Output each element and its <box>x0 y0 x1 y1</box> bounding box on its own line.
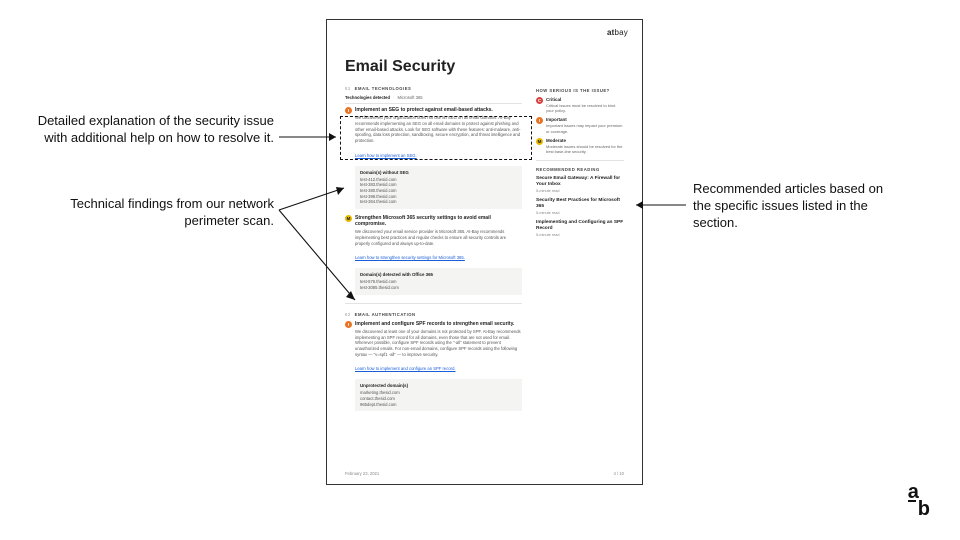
severity-badge-moderate: M <box>345 215 352 222</box>
brand-bay: bay <box>615 28 629 37</box>
page-title: Email Security <box>345 58 624 76</box>
issue-body: We discovered at least one of your domai… <box>355 329 522 357</box>
annotation-explanation: Detailed explanation of the security iss… <box>36 113 274 147</box>
annotation-reading: Recommended articles based on the specif… <box>693 181 893 232</box>
severity-badge-important: I <box>345 321 352 328</box>
findings-box: Domain(s) without SEG test-412.thesid.co… <box>355 166 522 209</box>
section-label: 01EMAIL TECHNOLOGIES <box>345 86 522 91</box>
recommended-item[interactable]: Secure Email Gateway: A Firewall for You… <box>536 176 624 193</box>
issue-title: Implement an SEG to protect against emai… <box>355 107 522 113</box>
finding-item: test-364.thesid.com <box>360 199 517 205</box>
section-divider <box>345 303 522 304</box>
learn-more-link[interactable]: Learn how to implement and configure an … <box>355 366 456 371</box>
sidebar-column: HOW SERIOUS IS THE ISSUE? C Critical Cri… <box>536 86 624 417</box>
corner-logo: a b <box>908 487 930 515</box>
severity-badge-important: I <box>536 117 543 124</box>
issue-body: We discovered your email service provide… <box>355 229 522 246</box>
security-issue: M Strengthen Microsoft 365 security sett… <box>345 215 522 295</box>
brand-logo: atbay <box>607 28 628 37</box>
issue-title: Strengthen Microsoft 365 security settin… <box>355 215 522 228</box>
report-page: atbay Email Security 01EMAIL TECHNOLOGIE… <box>326 19 643 485</box>
learn-more-link[interactable]: Learn how to strengthen security setting… <box>355 255 465 260</box>
finding-item: 965dept.thesid.com <box>360 402 517 408</box>
recommended-item[interactable]: Security Best Practices for Microsoft 36… <box>536 198 624 215</box>
severity-badge-critical: C <box>536 97 543 104</box>
findings-box: Unprotected domain(s) marketing.thesid.c… <box>355 379 522 411</box>
footer-date: February 23, 2021 <box>345 471 379 476</box>
severity-badge-important: I <box>345 107 352 114</box>
recommended-item[interactable]: Implementing and Configuring an SPF Reco… <box>536 220 624 237</box>
issue-highlight-box <box>340 116 532 160</box>
recommended-heading: RECOMMENDED READING <box>536 167 624 172</box>
severity-heading: HOW SERIOUS IS THE ISSUE? <box>536 88 624 93</box>
findings-box: Domain(s) detected with Office 365 test-… <box>355 268 522 294</box>
security-issue: I Implement and configure SPF records to… <box>345 321 522 412</box>
severity-badge-moderate: M <box>536 138 543 145</box>
sidebar-divider <box>536 160 624 161</box>
annotation-findings: Technical findings from our network peri… <box>36 196 274 230</box>
section-label: 02EMAIL AUTHENTICATION <box>345 312 522 317</box>
footer-page-number: 4 / 10 <box>614 471 624 476</box>
brand-at: at <box>607 28 615 37</box>
technologies-detected: Technologies detected·Microsoft 365 <box>345 95 522 104</box>
finding-item: test-3085.thesid.com <box>360 285 517 291</box>
severity-row: C Critical Critical issues must be resol… <box>536 97 624 113</box>
severity-row: I Important Important issues may impact … <box>536 117 624 133</box>
issue-title: Implement and configure SPF records to s… <box>355 321 522 327</box>
severity-row: M Moderate Moderate issues should be res… <box>536 138 624 154</box>
